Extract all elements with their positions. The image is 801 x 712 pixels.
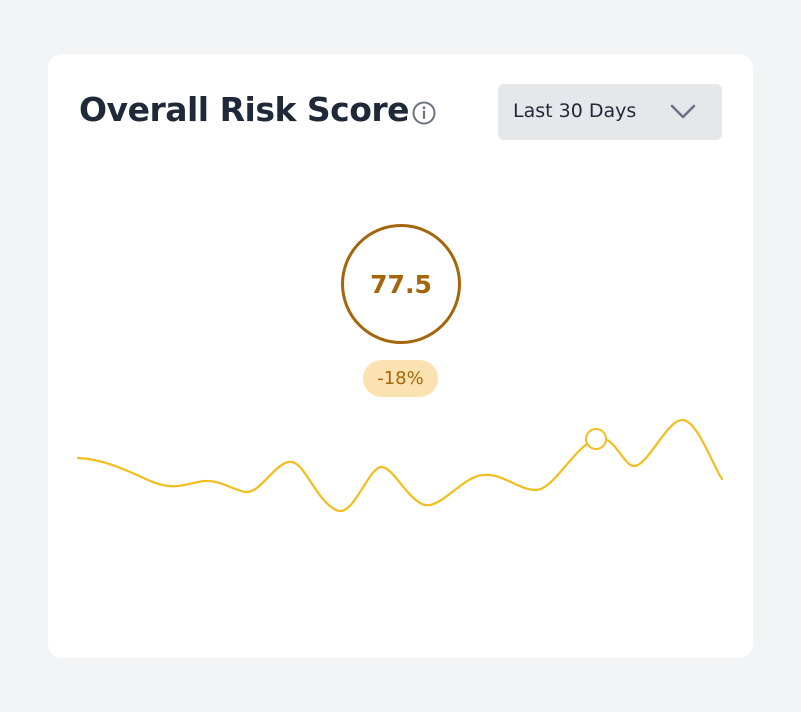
sparkline-highlight-point[interactable] bbox=[585, 428, 607, 450]
risk-sparkline bbox=[76, 418, 724, 513]
sparkline-path bbox=[76, 418, 724, 513]
risk-score-card: Overall Risk Score Last 30 Days 77.5 -18… bbox=[48, 54, 753, 658]
